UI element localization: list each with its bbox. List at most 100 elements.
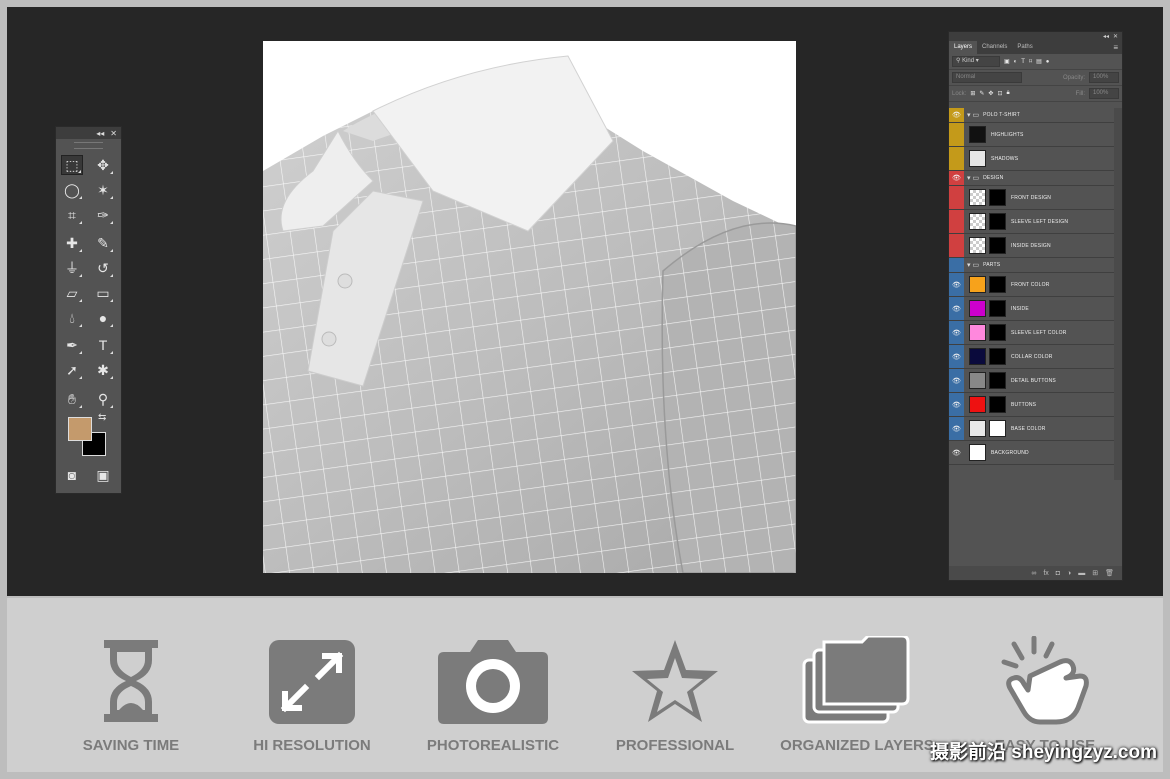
layer-mask-thumbnail	[989, 324, 1006, 341]
filter-kind-select[interactable]: ⚲ Kind ▾	[952, 56, 1000, 67]
collapse-icon[interactable]: ◂◂	[1103, 33, 1109, 40]
spot-healing-tool-icon[interactable]: ✚	[61, 233, 83, 253]
new-layer-icon[interactable]: ⊞	[1092, 569, 1098, 577]
visibility-eye-icon[interactable]	[949, 210, 964, 233]
adjustment-layer-icon[interactable]: ◑	[1067, 570, 1071, 577]
folder-icon[interactable]: ▾ ▭	[967, 174, 979, 182]
new-group-icon[interactable]: ▬	[1078, 570, 1085, 577]
layer-group-row[interactable]: 👁︎ ▾ ▭ DESIGN	[949, 171, 1114, 186]
marquee-tool-icon[interactable]: ⬚	[61, 155, 83, 175]
quick-mask-icon[interactable]: ◙	[61, 465, 83, 485]
add-mask-icon[interactable]: ◘	[1056, 570, 1060, 577]
layers-scrollbar[interactable]	[1114, 108, 1122, 480]
adjustment-filter-icon[interactable]: ◐	[1014, 59, 1018, 65]
visibility-eye-icon[interactable]	[949, 234, 964, 257]
eraser-tool-icon[interactable]: ▱	[61, 283, 83, 303]
zoom-tool-icon[interactable]: ⚲	[92, 389, 114, 409]
visibility-eye-icon[interactable]	[949, 186, 964, 209]
visibility-eye-icon[interactable]: 👁︎	[949, 321, 964, 344]
layers-panel: ◂◂ ✕ Layers Channels Paths ≡ ⚲ Kind ▾ ▣ …	[948, 31, 1123, 581]
pen-tool-icon[interactable]: ✒	[61, 335, 83, 355]
close-icon[interactable]: ✕	[110, 129, 117, 138]
panel-menu-icon[interactable]: ≡	[1113, 41, 1122, 54]
move-tool-icon[interactable]: ✥	[92, 155, 114, 175]
lock-artboard-icon[interactable]: ⊡	[997, 90, 1002, 97]
visibility-eye-icon[interactable]	[949, 147, 964, 170]
eyedropper-tool-icon[interactable]: ✑	[92, 205, 114, 225]
shape-filter-icon[interactable]: ⌑	[1029, 58, 1032, 65]
lasso-tool-icon[interactable]: ◯	[61, 180, 83, 200]
gradient-tool-icon[interactable]: ▭	[92, 283, 114, 303]
screen-mode-icon[interactable]: ▣	[92, 465, 114, 485]
path-selection-tool-icon[interactable]: ➚	[61, 360, 83, 380]
opacity-label: Opacity:	[1062, 74, 1085, 81]
fill-input[interactable]: 100%	[1089, 88, 1119, 99]
lock-all-icon[interactable]: 🔒︎	[1006, 90, 1009, 97]
pixel-filter-icon[interactable]: ▣	[1004, 58, 1010, 65]
brush-tool-icon[interactable]: ✎	[92, 233, 114, 253]
type-tool-icon[interactable]: T	[92, 335, 114, 355]
history-brush-tool-icon[interactable]: ↺	[92, 258, 114, 278]
visibility-eye-icon[interactable]: 👁︎	[949, 393, 964, 416]
layer-row[interactable]: 👁︎ INSIDE	[949, 297, 1114, 321]
tab-layers[interactable]: Layers	[949, 41, 978, 54]
tab-paths[interactable]: Paths	[1012, 41, 1037, 54]
layer-row[interactable]: SHADOWS	[949, 147, 1114, 171]
layer-name: SHADOWS	[991, 155, 1019, 162]
lock-pixels-icon[interactable]: ⊞	[970, 90, 975, 97]
layer-row[interactable]: 👁︎ SLEEVE LEFT COLOR	[949, 321, 1114, 345]
clone-stamp-tool-icon[interactable]: ⏚	[61, 258, 83, 278]
crop-tool-icon[interactable]: ⌗	[61, 205, 83, 225]
visibility-eye-icon[interactable]: 👁︎	[949, 297, 964, 320]
opacity-input[interactable]: 100%	[1089, 72, 1119, 83]
layer-group-row[interactable]: ▾ ▭ PARTS	[949, 258, 1114, 273]
visibility-eye-icon[interactable]: 👁︎	[949, 345, 964, 368]
lock-position-icon[interactable]: ✥	[988, 90, 993, 97]
layer-row[interactable]: FRONT DESIGN	[949, 186, 1114, 210]
folder-icon[interactable]: ▾ ▭	[967, 111, 979, 119]
layer-row[interactable]: 👁︎ COLLAR COLOR	[949, 345, 1114, 369]
layer-thumbnail	[969, 213, 986, 230]
visibility-eye-icon[interactable]: 👁︎	[949, 108, 964, 122]
type-filter-icon[interactable]: T	[1021, 59, 1025, 65]
blur-tool-icon[interactable]: 💧︎	[61, 308, 83, 328]
hand-tool-icon[interactable]: ✋︎	[61, 389, 83, 409]
visibility-eye-icon[interactable]: 👁︎	[949, 441, 964, 464]
layer-row[interactable]: 👁︎ DETAIL BUTTONS	[949, 369, 1114, 393]
magic-wand-tool-icon[interactable]: ✶	[92, 180, 114, 200]
layer-style-icon[interactable]: fx	[1043, 570, 1048, 577]
layer-row[interactable]: 👁︎ BASE COLOR	[949, 417, 1114, 441]
lock-label: Lock:	[952, 90, 967, 97]
layer-group-row[interactable]: 👁︎ ▾ ▭ POLO T-SHIRT	[949, 108, 1114, 123]
visibility-eye-icon[interactable]	[949, 123, 964, 146]
visibility-eye-icon[interactable]	[949, 258, 964, 272]
close-icon[interactable]: ✕	[1113, 33, 1118, 40]
collapse-icon[interactable]: ◂◂	[96, 129, 104, 138]
dodge-tool-icon[interactable]: ●	[92, 308, 114, 328]
blend-mode-select[interactable]: Normal	[952, 72, 1022, 83]
visibility-eye-icon[interactable]: 👁︎	[949, 417, 964, 440]
lock-image-icon[interactable]: ✎	[979, 90, 984, 97]
layer-row[interactable]: 👁︎ BUTTONS	[949, 393, 1114, 417]
smart-object-filter-icon[interactable]: ▤	[1036, 58, 1042, 65]
layer-list: 👁︎ ▾ ▭ POLO T-SHIRT HIGHLIGHTS SHADOWS 👁︎ ▾ ▭ D…	[949, 108, 1114, 465]
filter-toggle-icon[interactable]: ●	[1046, 59, 1050, 65]
tab-channels[interactable]: Channels	[977, 41, 1012, 54]
layer-row[interactable]: 👁︎ FRONT COLOR	[949, 273, 1114, 297]
swap-colors-icon[interactable]: ⇆	[98, 412, 106, 423]
layer-row[interactable]: HIGHLIGHTS	[949, 123, 1114, 147]
visibility-eye-icon[interactable]: 👁︎	[949, 273, 964, 296]
layer-row[interactable]: SLEEVE LEFT DESIGN	[949, 210, 1114, 234]
visibility-eye-icon[interactable]: 👁︎	[949, 171, 964, 185]
foreground-color-swatch[interactable]	[68, 417, 92, 441]
document-canvas[interactable]	[263, 41, 796, 573]
layer-row[interactable]: INSIDE DESIGN	[949, 234, 1114, 258]
link-layers-icon[interactable]: ∞	[1031, 570, 1036, 577]
delete-layer-icon[interactable]: 🗑︎	[1105, 569, 1114, 577]
folder-icon[interactable]: ▾ ▭	[967, 261, 979, 269]
custom-shape-tool-icon[interactable]: ✱	[92, 360, 114, 380]
panel-grip[interactable]	[74, 142, 103, 149]
layer-row[interactable]: 👁︎ BACKGROUND	[949, 441, 1114, 465]
visibility-eye-icon[interactable]: 👁︎	[949, 369, 964, 392]
star-icon	[632, 640, 718, 722]
